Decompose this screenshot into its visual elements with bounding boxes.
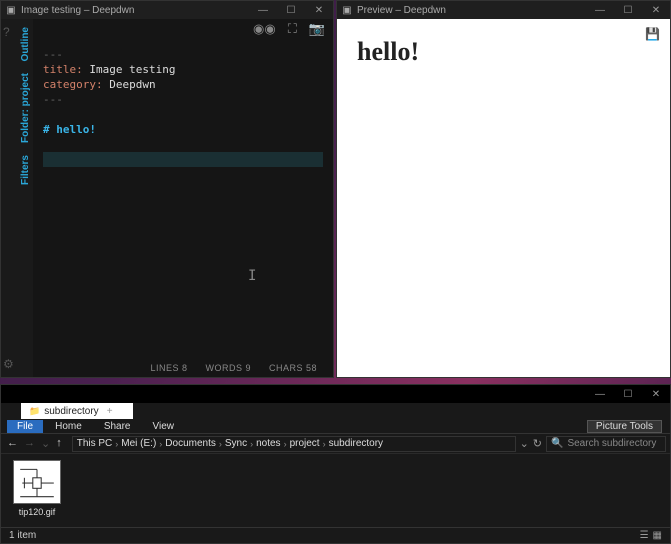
view-thumbnails-icon[interactable]: ▦ [653, 530, 662, 541]
minimize-button[interactable]: — [586, 385, 614, 403]
preview-heading: hello! [357, 37, 650, 67]
breadcrumb-seg[interactable]: Documents [165, 438, 216, 449]
camera-icon[interactable]: 📷 [309, 21, 325, 37]
tab-outline[interactable]: Outline [20, 27, 31, 61]
ribbon: File Home Share View Picture Tools [1, 419, 670, 434]
frontmatter-open: --- [43, 47, 323, 62]
status-chars: CHARS 58 [269, 363, 317, 373]
ribbon-file[interactable]: File [7, 420, 43, 433]
search-input[interactable]: 🔍 Search subdirectory [546, 436, 666, 452]
app-icon: ▣ [341, 4, 353, 16]
focus-icon[interactable]: ⛶ [288, 21, 297, 37]
explorer-statusbar: 1 item ☰ ▦ [1, 527, 670, 543]
nav-up[interactable]: ↑ [56, 437, 62, 450]
help-icon[interactable]: ? [3, 25, 10, 39]
file-thumbnail [13, 460, 61, 504]
close-button[interactable]: ✕ [642, 1, 670, 19]
status-words: WORDS 9 [205, 363, 251, 373]
address-bar: ← → ⌄ ↑ This PC› Mei (E:)› Documents› Sy… [1, 434, 670, 454]
view-details-icon[interactable]: ☰ [640, 530, 649, 541]
minimize-button[interactable]: — [586, 1, 614, 19]
nav-history[interactable]: ⌄ [41, 437, 50, 450]
ribbon-home[interactable]: Home [45, 420, 92, 433]
explorer-tab-label: subdirectory [44, 406, 98, 417]
preview-titlebar[interactable]: ▣ Preview – Deepdwn — ☐ ✕ [337, 1, 670, 19]
editor-statusbar: LINES 8 WORDS 9 CHARS 58 [33, 359, 333, 377]
current-line-highlight [43, 152, 323, 167]
item-count: 1 item [9, 530, 36, 541]
tab-filters[interactable]: Filters [20, 155, 31, 185]
close-button[interactable]: ✕ [305, 1, 333, 19]
status-lines: LINES 8 [150, 363, 187, 373]
left-rail: ? ⚙ [1, 19, 17, 377]
explorer-titlebar[interactable]: — ☐ ✕ [1, 385, 670, 403]
settings-icon[interactable]: ⚙ [3, 357, 14, 371]
close-button[interactable]: ✕ [642, 385, 670, 403]
breadcrumb-seg[interactable]: Mei (E:) [121, 438, 156, 449]
file-name: tip120.gif [19, 507, 56, 517]
frontmatter-category-line: category: Deepdwn [43, 77, 323, 92]
markdown-heading: # hello! [43, 122, 323, 137]
breadcrumb-seg[interactable]: project [290, 438, 320, 449]
app-icon: ▣ [5, 4, 17, 16]
preview-window: ▣ Preview – Deepdwn — ☐ ✕ 💾 hello! [336, 0, 671, 378]
explorer-window: — ☐ ✕ 📁 subdirectory + File Home Share V… [0, 384, 671, 544]
nav-back[interactable]: ← [7, 437, 18, 450]
breadcrumb-seg[interactable]: notes [256, 438, 280, 449]
ribbon-view[interactable]: View [143, 420, 185, 433]
new-tab-button[interactable]: + [107, 406, 113, 417]
mask-icon[interactable]: ◉◉ [253, 21, 276, 37]
preview-title: Preview – Deepdwn [357, 5, 446, 16]
ribbon-picture-tools[interactable]: Picture Tools [587, 420, 662, 433]
file-item[interactable]: tip120.gif [9, 460, 65, 517]
maximize-button[interactable]: ☐ [614, 1, 642, 19]
text-cursor: I [248, 269, 256, 284]
maximize-button[interactable]: ☐ [614, 385, 642, 403]
breadcrumb-seg[interactable]: subdirectory [329, 438, 383, 449]
code-editor[interactable]: --- title: Image testing category: Deepd… [33, 39, 333, 359]
minimize-button[interactable]: — [249, 1, 277, 19]
editor-window: ▣ Image testing – Deepdwn — ☐ ✕ ? ⚙ Outl… [0, 0, 334, 378]
breadcrumb-seg[interactable]: Sync [225, 438, 247, 449]
side-tabs: Outline Folder: project Filters [17, 19, 33, 377]
preview-pane: 💾 hello! [337, 19, 670, 377]
address-dropdown-icon[interactable]: ⌄ [520, 437, 529, 450]
editor-toolbar: ◉◉ ⛶ 📷 [33, 19, 333, 39]
editor-title: Image testing – Deepdwn [21, 5, 134, 16]
ribbon-share[interactable]: Share [94, 420, 141, 433]
explorer-tabstrip: 📁 subdirectory + [1, 403, 670, 419]
breadcrumb-seg[interactable]: This PC [77, 438, 113, 449]
frontmatter-title-line: title: Image testing [43, 62, 323, 77]
explorer-tab[interactable]: 📁 subdirectory + [21, 403, 133, 419]
refresh-icon[interactable]: ↻ [533, 437, 542, 450]
folder-icon: 📁 [29, 406, 40, 417]
breadcrumb[interactable]: This PC› Mei (E:)› Documents› Sync› note… [72, 436, 516, 452]
search-icon: 🔍 [551, 438, 563, 449]
nav-forward[interactable]: → [24, 437, 35, 450]
tab-folder[interactable]: Folder: project [20, 73, 31, 143]
maximize-button[interactable]: ☐ [277, 1, 305, 19]
frontmatter-close: --- [43, 92, 323, 107]
file-grid[interactable]: tip120.gif [1, 454, 670, 527]
save-icon[interactable]: 💾 [645, 27, 660, 41]
search-placeholder: Search subdirectory [567, 438, 656, 449]
editor-titlebar[interactable]: ▣ Image testing – Deepdwn — ☐ ✕ [1, 1, 333, 19]
